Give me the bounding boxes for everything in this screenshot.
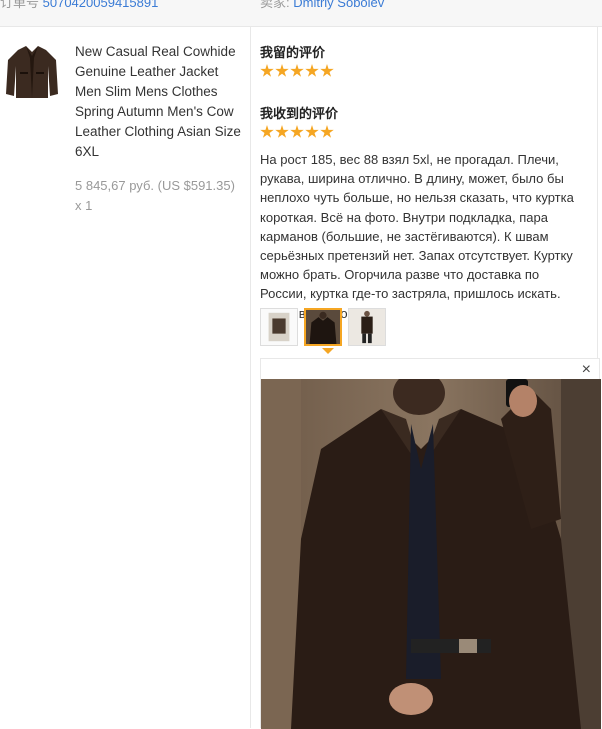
star-icon xyxy=(320,125,334,138)
star-icon xyxy=(290,64,304,77)
review-photo-large xyxy=(261,379,601,729)
star-icon xyxy=(260,64,274,77)
order-header-bar: 订单号 5070420059415891 卖家: Dmitriy Sobolev xyxy=(0,0,602,27)
star-icon xyxy=(260,125,274,138)
order-number-link[interactable]: 5070420059415891 xyxy=(43,0,159,10)
seller-name-link[interactable]: Dmitriy Sobolev xyxy=(293,0,384,10)
review-photo-thumb[interactable] xyxy=(348,308,386,346)
my-rating-label: 我留的评价 xyxy=(260,45,326,60)
star-icon xyxy=(275,64,289,77)
received-rating-stars xyxy=(260,125,334,139)
received-rating-label: 我收到的评价 xyxy=(260,106,339,121)
photo-jacket-full-icon xyxy=(349,309,385,345)
close-icon[interactable]: × xyxy=(582,361,591,379)
star-icon xyxy=(305,64,319,77)
star-icon xyxy=(275,125,289,138)
photo-viewer: × xyxy=(260,358,601,729)
review-text: На рост 185, вес 88 взял 5xl, не прогада… xyxy=(260,152,574,321)
seller-label: 卖家: xyxy=(260,0,290,10)
star-icon xyxy=(305,125,319,138)
my-rating-stars xyxy=(260,64,334,78)
star-icon xyxy=(320,64,334,77)
product-thumbnail[interactable] xyxy=(4,42,60,102)
selected-photo-caret xyxy=(322,348,334,354)
product-title[interactable]: New Casual Real Cowhide Genuine Leather … xyxy=(75,42,247,162)
review-photo-strip xyxy=(260,308,386,346)
photo-jacket-lining-icon xyxy=(268,312,290,342)
order-number-row: 订单号 5070420059415891 xyxy=(0,0,158,11)
star-icon xyxy=(290,125,304,138)
product-quantity: x 1 xyxy=(75,198,93,213)
photo-jacket-front-icon xyxy=(306,310,340,344)
column-divider xyxy=(250,27,251,728)
product-price: 5 845,67 руб. (US $591.35) xyxy=(75,178,235,193)
seller-row: 卖家: Dmitriy Sobolev xyxy=(260,0,384,11)
review-photo-thumb-selected[interactable] xyxy=(304,308,342,346)
review-photo-thumb[interactable] xyxy=(260,308,298,346)
order-number-label: 订单号 xyxy=(0,0,40,10)
